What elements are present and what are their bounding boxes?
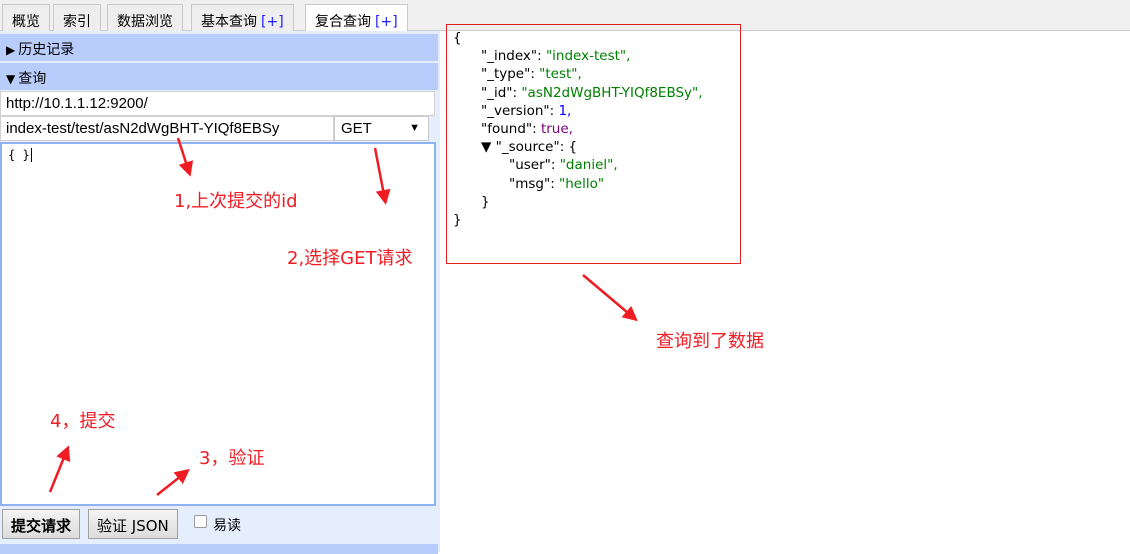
annotation-1: 1,上次提交的id	[174, 191, 298, 212]
annotation-arrows	[48, 137, 638, 496]
annotation-4: 4，提交	[50, 411, 116, 432]
arrow-2	[373, 147, 391, 205]
arrow-result	[582, 274, 638, 322]
arrow-4	[48, 445, 71, 493]
annotation-2: 2,选择GET请求	[287, 248, 413, 269]
annotation-3: 3，验证	[199, 448, 265, 469]
arrow-3	[156, 468, 190, 496]
annotation-result: 查询到了数据	[656, 331, 764, 352]
arrow-1	[176, 137, 194, 177]
